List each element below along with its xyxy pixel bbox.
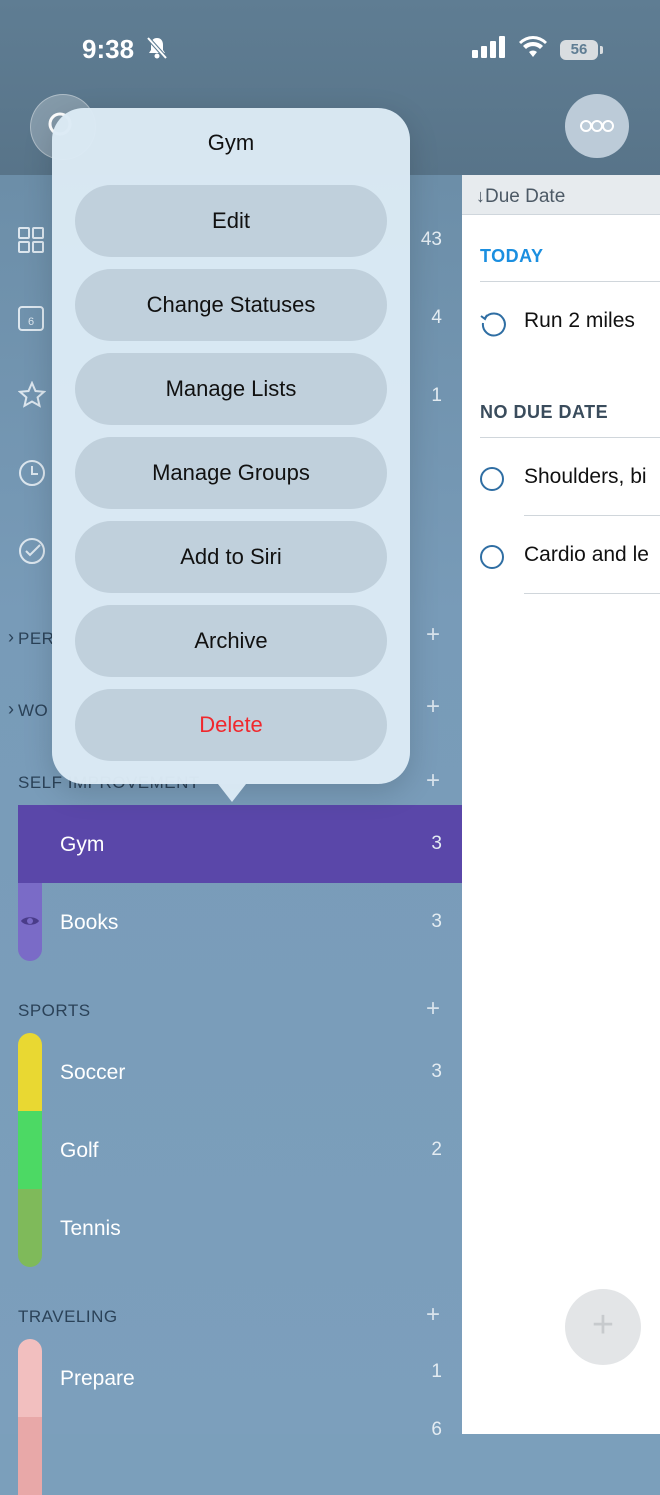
check-circle-icon	[18, 537, 45, 564]
list-row-tennis[interactable]: Tennis	[18, 1189, 462, 1267]
list-name: Gym	[60, 833, 105, 856]
add-task-button[interactable]: +	[565, 1289, 641, 1365]
chevron-right-icon: ›	[8, 627, 14, 647]
smart-list-count: 43	[420, 229, 442, 250]
list-count: 2	[431, 1139, 442, 1160]
task-title: Cardio and le	[524, 543, 649, 566]
group-label: PER	[18, 629, 55, 648]
add-list-icon[interactable]: +	[426, 767, 440, 795]
list-name: Golf	[60, 1139, 99, 1162]
list-row-traveling-2[interactable]: 6	[18, 1417, 462, 1495]
ellipsis-icon	[580, 120, 614, 132]
list-color-bar	[18, 1033, 42, 1111]
signal-icon	[472, 36, 506, 63]
list-color-bar	[18, 1417, 42, 1495]
smart-list-count: 1	[431, 385, 442, 406]
chevron-right-icon: ›	[8, 699, 14, 719]
status-icons: 56	[472, 36, 603, 63]
archive-button[interactable]: Archive	[75, 605, 387, 677]
group-header-traveling: TRAVELING	[18, 1307, 118, 1326]
add-to-siri-button[interactable]: Add to Siri	[75, 521, 387, 593]
list-color-bar	[18, 1111, 42, 1189]
group-label: WO	[18, 701, 49, 720]
sort-label: Due Date	[485, 186, 566, 207]
manage-groups-button[interactable]: Manage Groups	[75, 437, 387, 509]
more-options-button[interactable]	[565, 94, 629, 158]
edit-button[interactable]: Edit	[75, 185, 387, 257]
status-time: 9:38	[82, 34, 135, 64]
divider	[480, 437, 660, 438]
add-list-icon[interactable]: +	[426, 621, 440, 649]
task-row[interactable]: Cardio and le	[480, 539, 660, 579]
menu-title: Gym	[207, 130, 255, 155]
grid-icon	[18, 227, 44, 253]
divider	[480, 281, 660, 282]
list-count: 3	[431, 833, 442, 854]
silent-bell-icon	[146, 36, 168, 60]
divider	[524, 515, 660, 516]
divider	[524, 593, 660, 594]
repeat-circle-icon[interactable]	[480, 309, 508, 342]
task-title: Shoulders, bi	[524, 465, 647, 488]
eye-icon	[20, 913, 40, 934]
list-row-prepare[interactable]: Prepare 1	[18, 1339, 462, 1417]
list-color-bar	[18, 1189, 42, 1267]
list-row-soccer[interactable]: Soccer 3	[18, 1033, 462, 1111]
list-count: 1	[431, 1361, 442, 1382]
change-statuses-button[interactable]: Change Statuses	[75, 269, 387, 341]
list-color-bar	[18, 1339, 42, 1417]
delete-button[interactable]: Delete	[75, 689, 387, 761]
task-checkbox[interactable]	[480, 545, 504, 569]
section-header-no-due-date: NO DUE DATE	[480, 402, 609, 422]
plus-icon: +	[591, 1304, 615, 1346]
add-list-icon[interactable]: +	[426, 995, 440, 1023]
smart-list-count: 4	[431, 307, 442, 328]
add-list-icon[interactable]: +	[426, 693, 440, 721]
sort-arrow-icon: ↓	[476, 186, 485, 206]
list-row-books[interactable]: Books 3	[18, 883, 462, 961]
list-name: Soccer	[60, 1061, 126, 1084]
list-context-menu: Gym Edit Change Statuses Manage Lists Ma…	[52, 108, 410, 802]
wifi-icon	[518, 36, 548, 63]
task-row[interactable]: Shoulders, bi	[480, 461, 660, 501]
list-count: 3	[431, 911, 442, 932]
sort-bar[interactable]: ↓Due Date	[462, 175, 660, 215]
section-header-today: TODAY	[480, 246, 544, 266]
list-name: Books	[60, 911, 119, 934]
list-row-golf[interactable]: Golf 2	[18, 1111, 462, 1189]
battery-indicator: 56	[560, 39, 603, 60]
list-name: Tennis	[60, 1217, 121, 1240]
star-icon	[17, 380, 47, 408]
clock-icon	[18, 459, 45, 486]
task-row[interactable]: Run 2 miles	[480, 305, 660, 345]
list-count: 3	[431, 1061, 442, 1082]
calendar-icon: 6	[18, 305, 44, 331]
list-count: 6	[431, 1419, 442, 1440]
task-checkbox[interactable]	[480, 467, 504, 491]
task-detail-panel: ↓Due Date TODAY Run 2 miles NO DUE DATE …	[462, 175, 660, 1434]
add-list-icon[interactable]: +	[426, 1301, 440, 1329]
group-header-sports: SPORTS	[18, 1001, 91, 1020]
calendar-badge: 6	[28, 316, 34, 328]
list-row-gym[interactable]: Gym 3	[18, 805, 462, 883]
manage-lists-button[interactable]: Manage Lists	[75, 353, 387, 425]
task-title: Run 2 miles	[524, 309, 635, 332]
list-name: Prepare	[60, 1367, 135, 1390]
